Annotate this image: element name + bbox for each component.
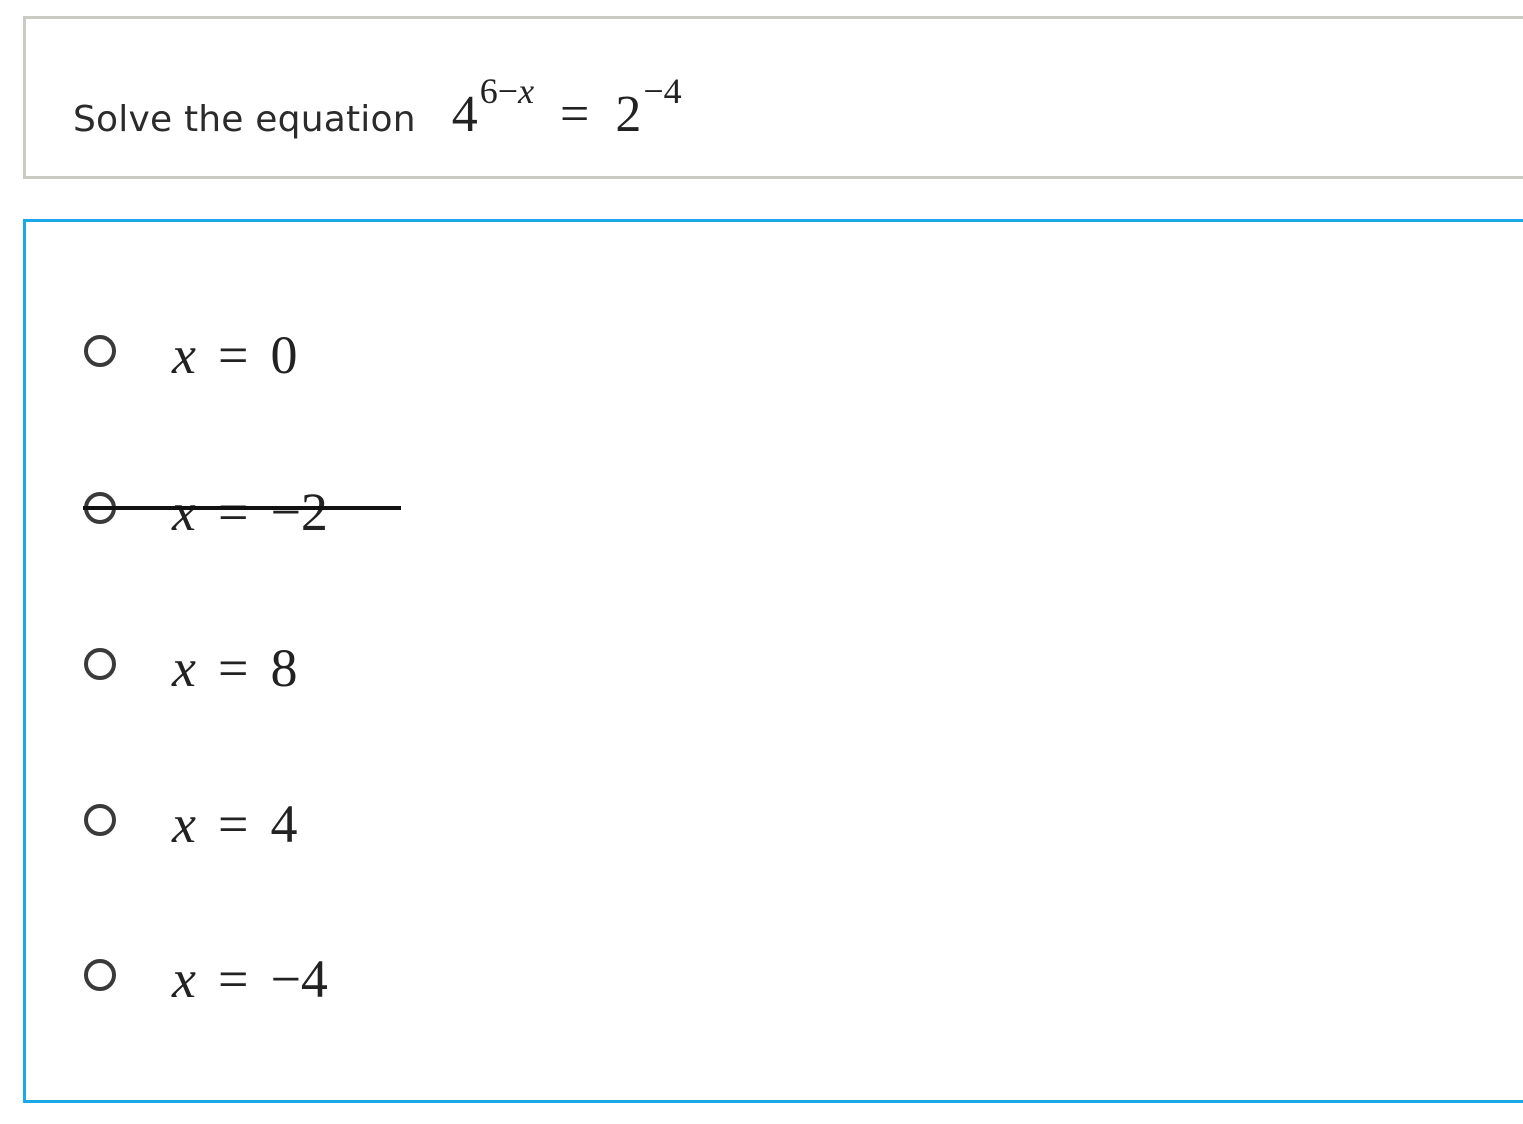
option-variable: x bbox=[172, 794, 196, 854]
radio-button-icon[interactable] bbox=[84, 492, 116, 524]
equation-left-base: 4 bbox=[451, 86, 478, 143]
option-variable: x bbox=[172, 325, 196, 385]
equation-equals: = bbox=[560, 86, 590, 143]
equation-left-exponent-const: 6− bbox=[479, 71, 519, 111]
option-value: −4 bbox=[270, 949, 328, 1009]
question-prompt: Solve the equation bbox=[73, 99, 416, 140]
option-variable: x bbox=[172, 949, 196, 1009]
option-equals: = bbox=[217, 949, 249, 1009]
option-variable: x bbox=[172, 638, 196, 698]
question-box: Solve the equation 46−x = 2−4 bbox=[23, 16, 1523, 179]
answer-option-2-struck-out[interactable]: x = −2 bbox=[81, 473, 581, 543]
answer-option-label: x = −2 bbox=[172, 481, 328, 543]
answer-option-label: x = 0 bbox=[172, 324, 297, 386]
equation-right-exponent: −4 bbox=[643, 71, 682, 111]
equation-left-exponent-var: x bbox=[518, 71, 535, 111]
answer-option-label: x = 4 bbox=[172, 793, 297, 855]
answer-option-label: x = 8 bbox=[172, 637, 297, 699]
option-equals: = bbox=[217, 638, 249, 698]
option-value: 4 bbox=[270, 794, 298, 854]
equation-right-base: 2 bbox=[615, 86, 642, 143]
question-row: Solve the equation 46−x = 2−4 bbox=[73, 71, 682, 144]
option-equals: = bbox=[217, 794, 249, 854]
option-value: −2 bbox=[270, 482, 328, 542]
answer-option-3[interactable]: x = 8 bbox=[81, 629, 581, 699]
radio-button-icon[interactable] bbox=[84, 959, 116, 991]
radio-button-icon[interactable] bbox=[84, 335, 116, 367]
equation-left-exponent: 6−x bbox=[480, 71, 534, 111]
option-equals: = bbox=[217, 325, 249, 385]
option-equals: = bbox=[217, 482, 249, 542]
answer-option-5[interactable]: x = −4 bbox=[81, 940, 581, 1010]
radio-button-icon[interactable] bbox=[84, 804, 116, 836]
answer-option-4[interactable]: x = 4 bbox=[81, 785, 581, 855]
answer-option-label: x = −4 bbox=[172, 948, 328, 1010]
option-value: 8 bbox=[270, 638, 298, 698]
option-value: 0 bbox=[270, 325, 298, 385]
question-equation: 46−x = 2−4 bbox=[451, 71, 682, 144]
radio-button-icon[interactable] bbox=[84, 648, 116, 680]
option-variable: x bbox=[172, 482, 196, 542]
answer-choices-box: x = 0 x = −2 x = 8 x = 4 x = −4 bbox=[23, 219, 1523, 1103]
answer-option-1[interactable]: x = 0 bbox=[81, 316, 581, 386]
